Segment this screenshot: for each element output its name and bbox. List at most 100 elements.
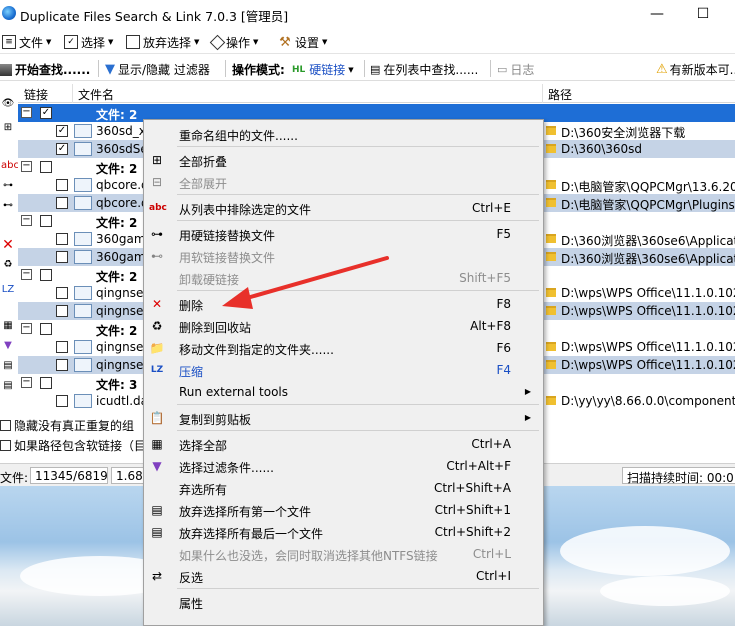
menu-item-label: 选择过滤条件...... <box>179 461 274 475</box>
collapse-toggle-icon[interactable]: − <box>21 161 32 172</box>
column-filename[interactable]: 文件名 <box>78 86 114 103</box>
context-menu-item[interactable]: Run external tools ▶ <box>144 381 543 403</box>
file-type-icon <box>74 394 92 408</box>
list-header: 链接 文件名 路径 <box>18 84 735 103</box>
row-checkbox[interactable] <box>56 233 68 245</box>
hide-not-dup-option[interactable]: 隐藏没有真正重复的组 <box>0 417 134 434</box>
group-checkbox[interactable] <box>40 161 52 173</box>
context-menu-item[interactable]: ⊞ 全部折叠 <box>144 149 543 171</box>
select-all-icon[interactable]: ▦ <box>1 320 15 332</box>
softlink-icon: ⊷ <box>151 249 163 263</box>
context-menu-item[interactable]: 📋 复制到剪贴板 ▶ <box>144 407 543 429</box>
recycle-icon[interactable]: ♻ <box>1 259 15 271</box>
hardlink-icon[interactable]: ⊶ <box>1 180 15 192</box>
collapse-icon[interactable]: ⊞ <box>1 122 15 134</box>
group-count: 文件: 2 <box>96 324 138 338</box>
menu-item-label: 从列表中排除选定的文件 <box>179 203 312 217</box>
deselect-first-icon[interactable]: ▤ <box>1 360 15 372</box>
menu-item-label: Run external tools <box>179 385 288 399</box>
context-menu-item[interactable]: ✕ 删除 F8 <box>144 293 543 315</box>
menu-item-shortcut: Ctrl+E <box>472 201 511 215</box>
group-checkbox[interactable] <box>40 323 52 335</box>
collapse-toggle-icon[interactable]: − <box>21 323 32 334</box>
collapse-toggle-icon[interactable]: − <box>21 377 32 388</box>
group-count: 文件: 3 <box>96 378 138 392</box>
column-path[interactable]: 路径 <box>548 86 572 103</box>
view-icon[interactable]: 👁 <box>1 98 15 110</box>
file-type-icon <box>74 286 92 300</box>
group-checkbox[interactable] <box>40 215 52 227</box>
context-menu-item[interactable]: ⊶ 用硬链接替换文件 F5 <box>144 223 543 245</box>
context-menu-item[interactable]: ▼ 选择过滤条件...... Ctrl+Alt+F <box>144 455 543 477</box>
collapse-toggle-icon[interactable]: − <box>21 215 32 226</box>
row-checkbox[interactable] <box>56 287 68 299</box>
menu-item-shortcut: Ctrl+A <box>471 437 511 451</box>
checkbox[interactable] <box>0 420 11 431</box>
row-checkbox[interactable] <box>56 341 68 353</box>
menu-item-label: 弃选所有 <box>179 483 228 497</box>
menu-operation[interactable]: 操作 ▼ <box>209 34 258 50</box>
context-menu-item[interactable]: 📁 移动文件到指定的文件夹...... F6 <box>144 337 543 359</box>
row-checkbox[interactable] <box>56 251 68 263</box>
menu-item-label: 移动文件到指定的文件夹...... <box>179 343 334 357</box>
filter-icon: ▼ <box>105 62 115 77</box>
mode-label: 操作模式: <box>232 63 285 77</box>
row-checkbox[interactable] <box>56 359 68 371</box>
menu-settings[interactable]: ⚒ 设置 ▼ <box>278 34 327 50</box>
row-checkbox[interactable]: ✓ <box>56 143 68 155</box>
group-checkbox[interactable] <box>40 377 52 389</box>
hardlink-icon: ⊶ <box>151 227 163 241</box>
compress-icon[interactable]: LZ <box>1 284 15 296</box>
context-menu-item[interactable]: 属性 <box>144 591 543 613</box>
move-folder-icon: 📁 <box>149 341 165 355</box>
update-notice[interactable]: ⚠ 有新版本可... <box>656 61 735 78</box>
folder-icon <box>546 306 556 315</box>
start-search-button[interactable]: 开始查找...... <box>0 61 90 78</box>
log-icon: ▭ <box>497 63 508 76</box>
log-button[interactable]: ▭ 日志 <box>497 61 534 78</box>
delete-icon[interactable]: ✕ <box>1 238 15 252</box>
find-in-list-button[interactable]: ▤ 在列表中查找...... <box>370 61 478 78</box>
menu-deselect[interactable]: 放弃选择 ▼ <box>126 34 199 50</box>
warning-icon: ⚠ <box>656 62 668 77</box>
collapse-toggle-icon[interactable]: − <box>21 269 32 280</box>
toggle-filter-button[interactable]: ▼ 显示/隐藏 过滤器 <box>105 61 210 78</box>
column-link[interactable]: 链接 <box>24 86 48 103</box>
mode-selector[interactable]: HL 硬链接 ▼ <box>292 61 354 78</box>
context-menu-item[interactable]: 重命名组中的文件...... <box>144 123 543 145</box>
context-menu-item[interactable]: LZ 压缩 F4 <box>144 359 543 381</box>
context-menu-item[interactable]: ▤ 放弃选择所有最后一个文件 Ctrl+Shift+2 <box>144 521 543 543</box>
path-softlink-option[interactable]: 如果路径包含软链接（目 <box>0 437 146 454</box>
menu-select[interactable]: ✓ 选择 ▼ <box>64 34 113 50</box>
context-menu-item[interactable]: ♻ 删除到回收站 Alt+F8 <box>144 315 543 337</box>
row-checkbox[interactable]: ✓ <box>56 125 68 137</box>
file-path: D:\360浏览器\360se6\Application\o <box>561 234 735 248</box>
context-menu-item[interactable]: ⇄ 反选 Ctrl+I <box>144 565 543 587</box>
group-checkbox[interactable] <box>40 269 52 281</box>
context-menu-item[interactable]: ▤ 放弃选择所有第一个文件 Ctrl+Shift+1 <box>144 499 543 521</box>
menu-file[interactable]: ≡ 文件 ▼ <box>2 34 51 50</box>
file-path: D:\电脑管家\QQPCMgr\Plugins\Ga <box>561 198 735 212</box>
group-count: 文件: 2 <box>96 108 138 122</box>
file-type-icon <box>74 250 92 264</box>
row-checkbox[interactable] <box>56 197 68 209</box>
group-count: 文件: 2 <box>96 162 138 176</box>
row-checkbox[interactable] <box>56 395 68 407</box>
row-checkbox[interactable] <box>56 305 68 317</box>
menu-item-label: 卸载硬链接 <box>179 273 240 287</box>
deselect-last-icon[interactable]: ▤ <box>1 380 15 392</box>
checkbox[interactable] <box>0 440 11 451</box>
context-menu-item[interactable]: abc 从列表中排除选定的文件 Ctrl+E <box>144 197 543 219</box>
context-menu-item[interactable]: ▦ 选择全部 Ctrl+A <box>144 433 543 455</box>
maximize-button[interactable]: ☐ <box>680 0 726 28</box>
exclude-icon[interactable]: abc <box>1 160 19 172</box>
collapse-toggle-icon[interactable]: − <box>21 107 32 118</box>
minimize-button[interactable]: — <box>634 0 680 28</box>
menu-separator <box>177 220 539 221</box>
group-checkbox[interactable]: ✓ <box>40 107 52 119</box>
softlink-icon[interactable]: ⊷ <box>1 200 15 212</box>
filter-select-icon[interactable]: ▼ <box>1 340 15 352</box>
context-menu-item[interactable]: 弃选所有 Ctrl+Shift+A <box>144 477 543 499</box>
menu-item-shortcut: Ctrl+Shift+2 <box>434 525 511 539</box>
row-checkbox[interactable] <box>56 179 68 191</box>
